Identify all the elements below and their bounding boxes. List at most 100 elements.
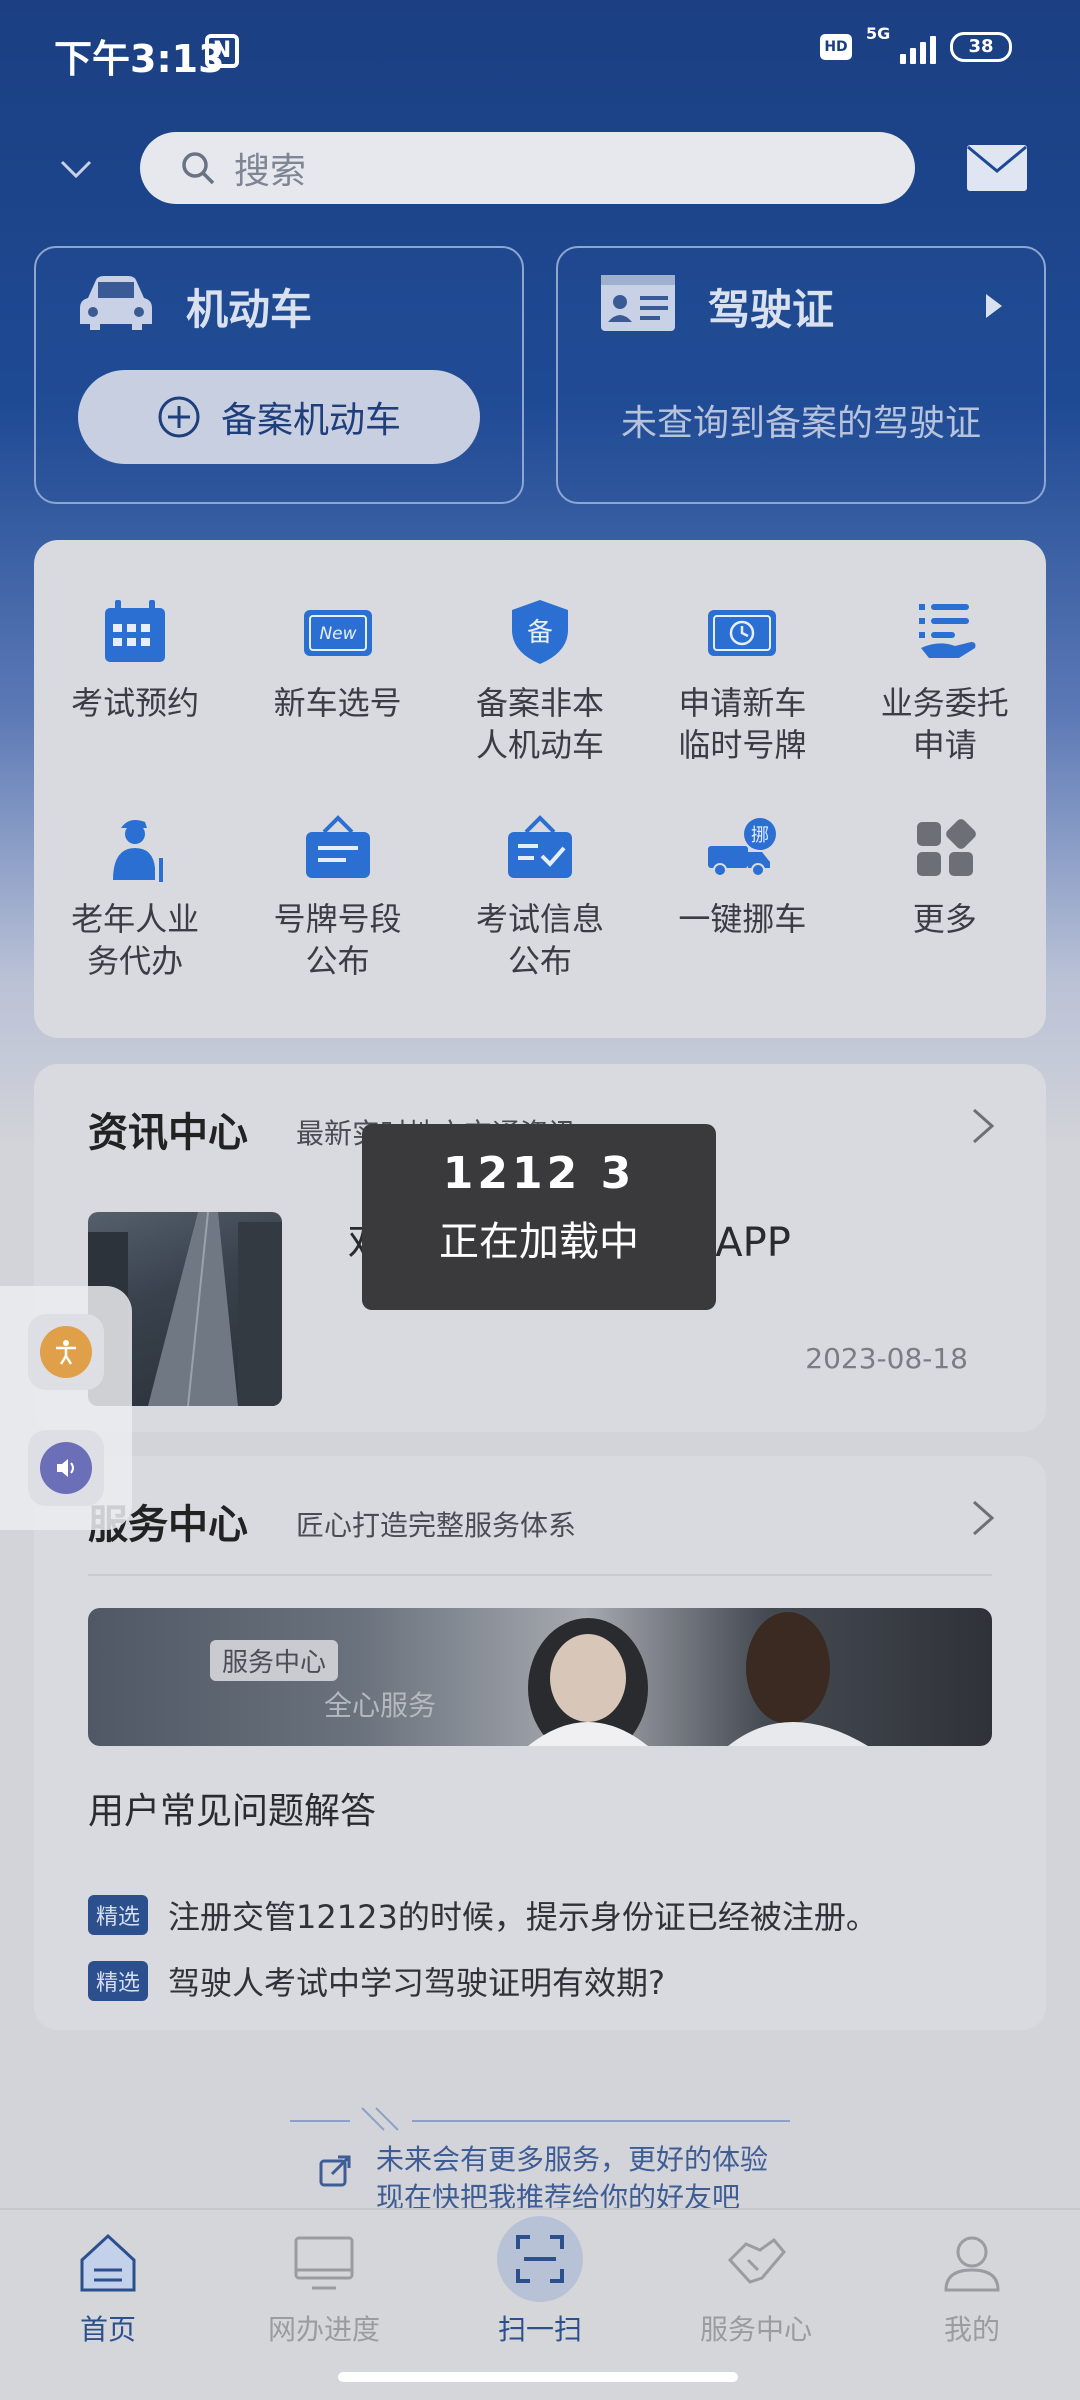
service-plate-numbers[interactable]: 号牌号段 公布 [236,812,438,982]
share-icon[interactable] [318,2154,352,2188]
home-indicator[interactable] [338,2372,738,2382]
faq-tag: 精选 [88,1895,149,1935]
service-center-card: 服务中心 匠心打造完整服务体系 服务中心 全心服务 用户常见问题解答 精选 注册… [34,1456,1046,2030]
service-register-others-vehicle[interactable]: 备 备案非本 人机动车 [439,596,641,766]
service-temp-plate[interactable]: 申请新车 临时号牌 [641,596,843,766]
nav-profile[interactable]: 我的 [892,2230,1052,2348]
divider [290,2120,350,2122]
search-placeholder: 搜索 [234,151,307,192]
svg-text:备: 备 [527,618,553,648]
nav-label: 扫一扫 [497,2313,582,2346]
user-icon [944,2236,1000,2292]
accessibility-icon [56,1340,76,1365]
divider [412,2120,790,2122]
more-grid-icon [916,819,976,876]
license-empty-message: 未查询到备案的驾驶证 [620,403,981,444]
battery-icon: 38 [950,32,1012,62]
toast-logo-text: 1212 3 [442,1148,636,1199]
faq-title: 用户常见问题解答 [88,1791,377,1832]
register-vehicle-button[interactable]: 备案机动车 [78,370,480,464]
speaker-icon [57,1459,74,1477]
arrow-right-icon[interactable] [986,294,1002,318]
elder-icon [113,820,164,882]
loading-toast: 1212 3 正在加载中 [362,1124,716,1310]
service-label: 考试信息 公布 [475,900,604,980]
faq-text: 注册交管12123的时候，提示身份证已经被注册。 [168,1898,878,1936]
network-type: 5G [866,24,891,43]
scan-icon [516,2235,564,2283]
service-move-car[interactable]: 挪 一键挪车 [641,812,843,982]
vehicle-card-title: 机动车 [186,285,313,334]
plus-circle-icon [158,396,200,438]
chevron-down-icon[interactable] [58,150,94,186]
service-label: 业务委托 申请 [880,684,1009,764]
accessibility-float-panel [0,1286,132,1530]
service-exam-booking[interactable]: 考试预约 [34,596,236,766]
divider [88,1574,992,1576]
service-label: 申请新车 临时号牌 [678,684,807,764]
slash-decoration [361,2107,399,2131]
calendar-icon [105,600,166,662]
chevron-right-icon[interactable] [970,1106,996,1146]
news-item-date: 2023-08-18 [805,1342,968,1375]
nav-label: 服务中心 [699,2313,812,2346]
monitor-icon [294,2236,354,2290]
faq-item[interactable]: 精选 注册交管12123的时候，提示身份证已经被注册。 [88,1892,878,1938]
service-center-subtitle: 匠心打造完整服务体系 [296,1509,577,1542]
temp-plate-icon [708,610,777,656]
new-plate-icon: New [303,610,372,656]
service-label: 号牌号段 公布 [273,900,402,980]
service-label: 老年人业 务代办 [71,900,200,980]
license-card[interactable]: 驾驶证 未查询到备案的驾驶证 [556,246,1046,504]
service-banner-tag: 服务中心 [210,1640,339,1681]
nfc-icon: N [205,34,239,68]
home-icon [80,2233,136,2292]
vehicle-card[interactable]: 机动车 备案机动车 [34,246,524,504]
chevron-right-icon[interactable] [970,1498,996,1538]
accessibility-button[interactable] [28,1314,104,1390]
service-more[interactable]: 更多 [844,812,1046,982]
delegate-icon [918,604,976,658]
faq-text: 驾驶人考试中学习驾驶证明有效期? [168,1964,666,2002]
move-car-icon: 挪 [708,818,777,877]
car-icon [80,276,152,330]
status-bar: 下午3:13 N HD 5G 38 [0,0,1080,110]
nav-scan[interactable]: 扫一扫 [460,2216,620,2348]
license-card-title: 驾驶证 [708,285,835,334]
service-grid: 考试预约 New 新车选号 备 备案非本 人机动车 申请新车 临时号牌 业务委托… [34,596,1046,982]
shield-icon: 备 [511,600,568,664]
service-label: 更多 [912,900,977,938]
service-delegate[interactable]: 业务委托 申请 [844,596,1046,766]
service-new-plate[interactable]: New 新车选号 [236,596,438,766]
search-input[interactable]: 搜索 [140,132,915,204]
service-banner[interactable]: 服务中心 全心服务 [88,1608,992,1746]
svg-text:挪: 挪 [751,825,769,846]
hd-icon: HD [820,34,852,60]
nav-home[interactable]: 首页 [28,2230,188,2348]
id-card-icon [601,275,675,331]
register-vehicle-label: 备案机动车 [220,400,401,441]
handshake-icon [727,2237,786,2284]
search-icon [182,152,215,185]
nav-progress[interactable]: 网办进度 [244,2230,404,2348]
service-elder[interactable]: 老年人业 务代办 [34,812,236,982]
nav-label: 网办进度 [267,2313,380,2346]
service-banner-slogan: 全心服务 [324,1689,437,1722]
service-label: 新车选号 [273,684,402,722]
status-time: 下午3:13 [54,37,225,81]
nav-service-center[interactable]: 服务中心 [676,2230,836,2348]
faq-tag: 精选 [88,1961,149,2001]
signal-icon: 5G [866,24,936,64]
voice-read-button[interactable] [28,1430,104,1506]
service-label: 考试预约 [71,684,200,722]
mail-icon[interactable] [966,144,1028,192]
exam-board-icon [507,815,572,878]
faq-item[interactable]: 精选 驾驶人考试中学习驾驶证明有效期? [88,1958,665,2004]
svg-text:New: New [319,624,356,644]
scan-button [497,2216,583,2302]
service-label: 一键挪车 [678,900,807,938]
nav-label: 首页 [79,2313,136,2346]
service-exam-info[interactable]: 考试信息 公布 [439,812,641,982]
service-grid-panel: 考试预约 New 新车选号 备 备案非本 人机动车 申请新车 临时号牌 业务委托… [34,540,1046,1038]
promo-line-1: 未来会有更多服务，更好的体验 [376,2143,769,2176]
